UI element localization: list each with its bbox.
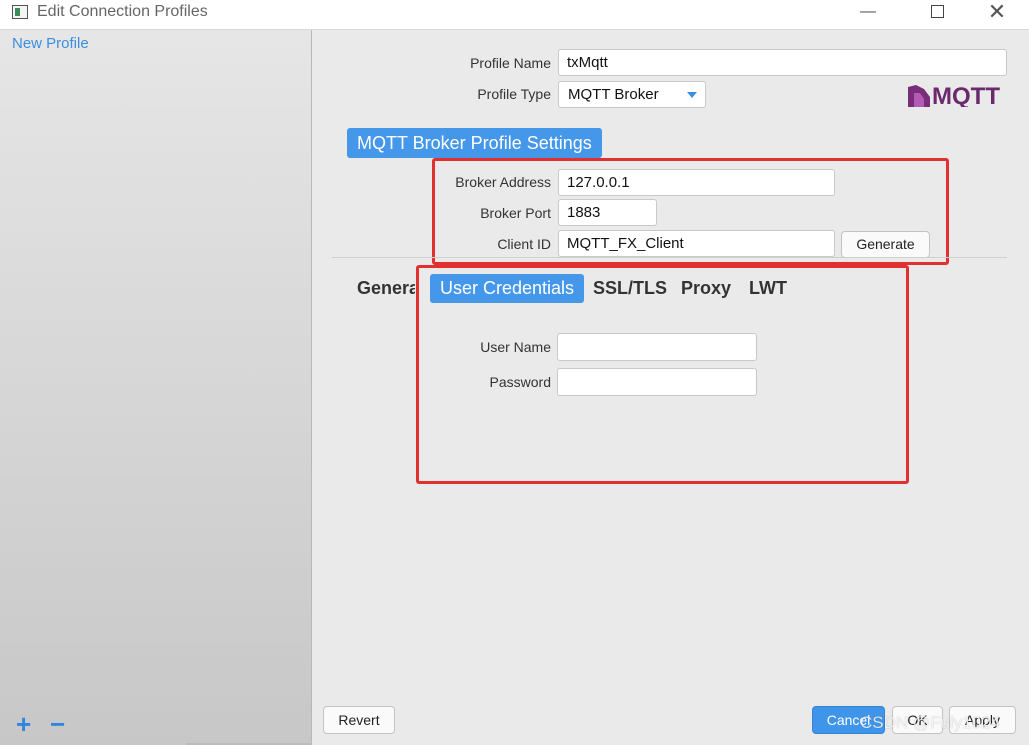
maximize-icon [930,5,944,18]
title-bar: Edit Connection Profiles — ✕ [0,0,1029,30]
profile-name-label: Profile Name [470,55,551,71]
minimize-button[interactable]: — [839,0,897,30]
profile-type-label: Profile Type [477,86,551,102]
revert-button[interactable]: Revert [323,706,395,734]
add-profile-button[interactable]: + [16,711,31,737]
profile-list-item[interactable]: New Profile [12,35,89,52]
close-button[interactable]: ✕ [968,0,1026,30]
profile-type-value: MQTT Broker [568,86,659,103]
profile-name-input[interactable]: txMqtt [558,49,1007,76]
maximize-button[interactable] [908,0,966,30]
mqtt-logo: MQTT [908,83,1000,107]
tab-general[interactable]: General [357,274,415,303]
mqtt-logo-text: MQTT [932,83,1000,107]
profile-editor: Profile Name txMqtt Profile Type MQTT Br… [312,30,1029,745]
highlight-box-broker [432,158,949,265]
watermark: CSDN @Fuly1024 [860,713,1001,732]
chevron-down-icon [687,92,697,98]
section-divider [332,257,1007,258]
profile-type-select[interactable]: MQTT Broker [558,81,706,108]
broker-settings-header: MQTT Broker Profile Settings [347,128,602,158]
window-title: Edit Connection Profiles [37,3,208,20]
profiles-sidebar: New Profile + − [0,30,312,745]
highlight-box-credentials [416,265,909,484]
app-icon [12,5,28,19]
remove-profile-button[interactable]: − [50,711,65,737]
